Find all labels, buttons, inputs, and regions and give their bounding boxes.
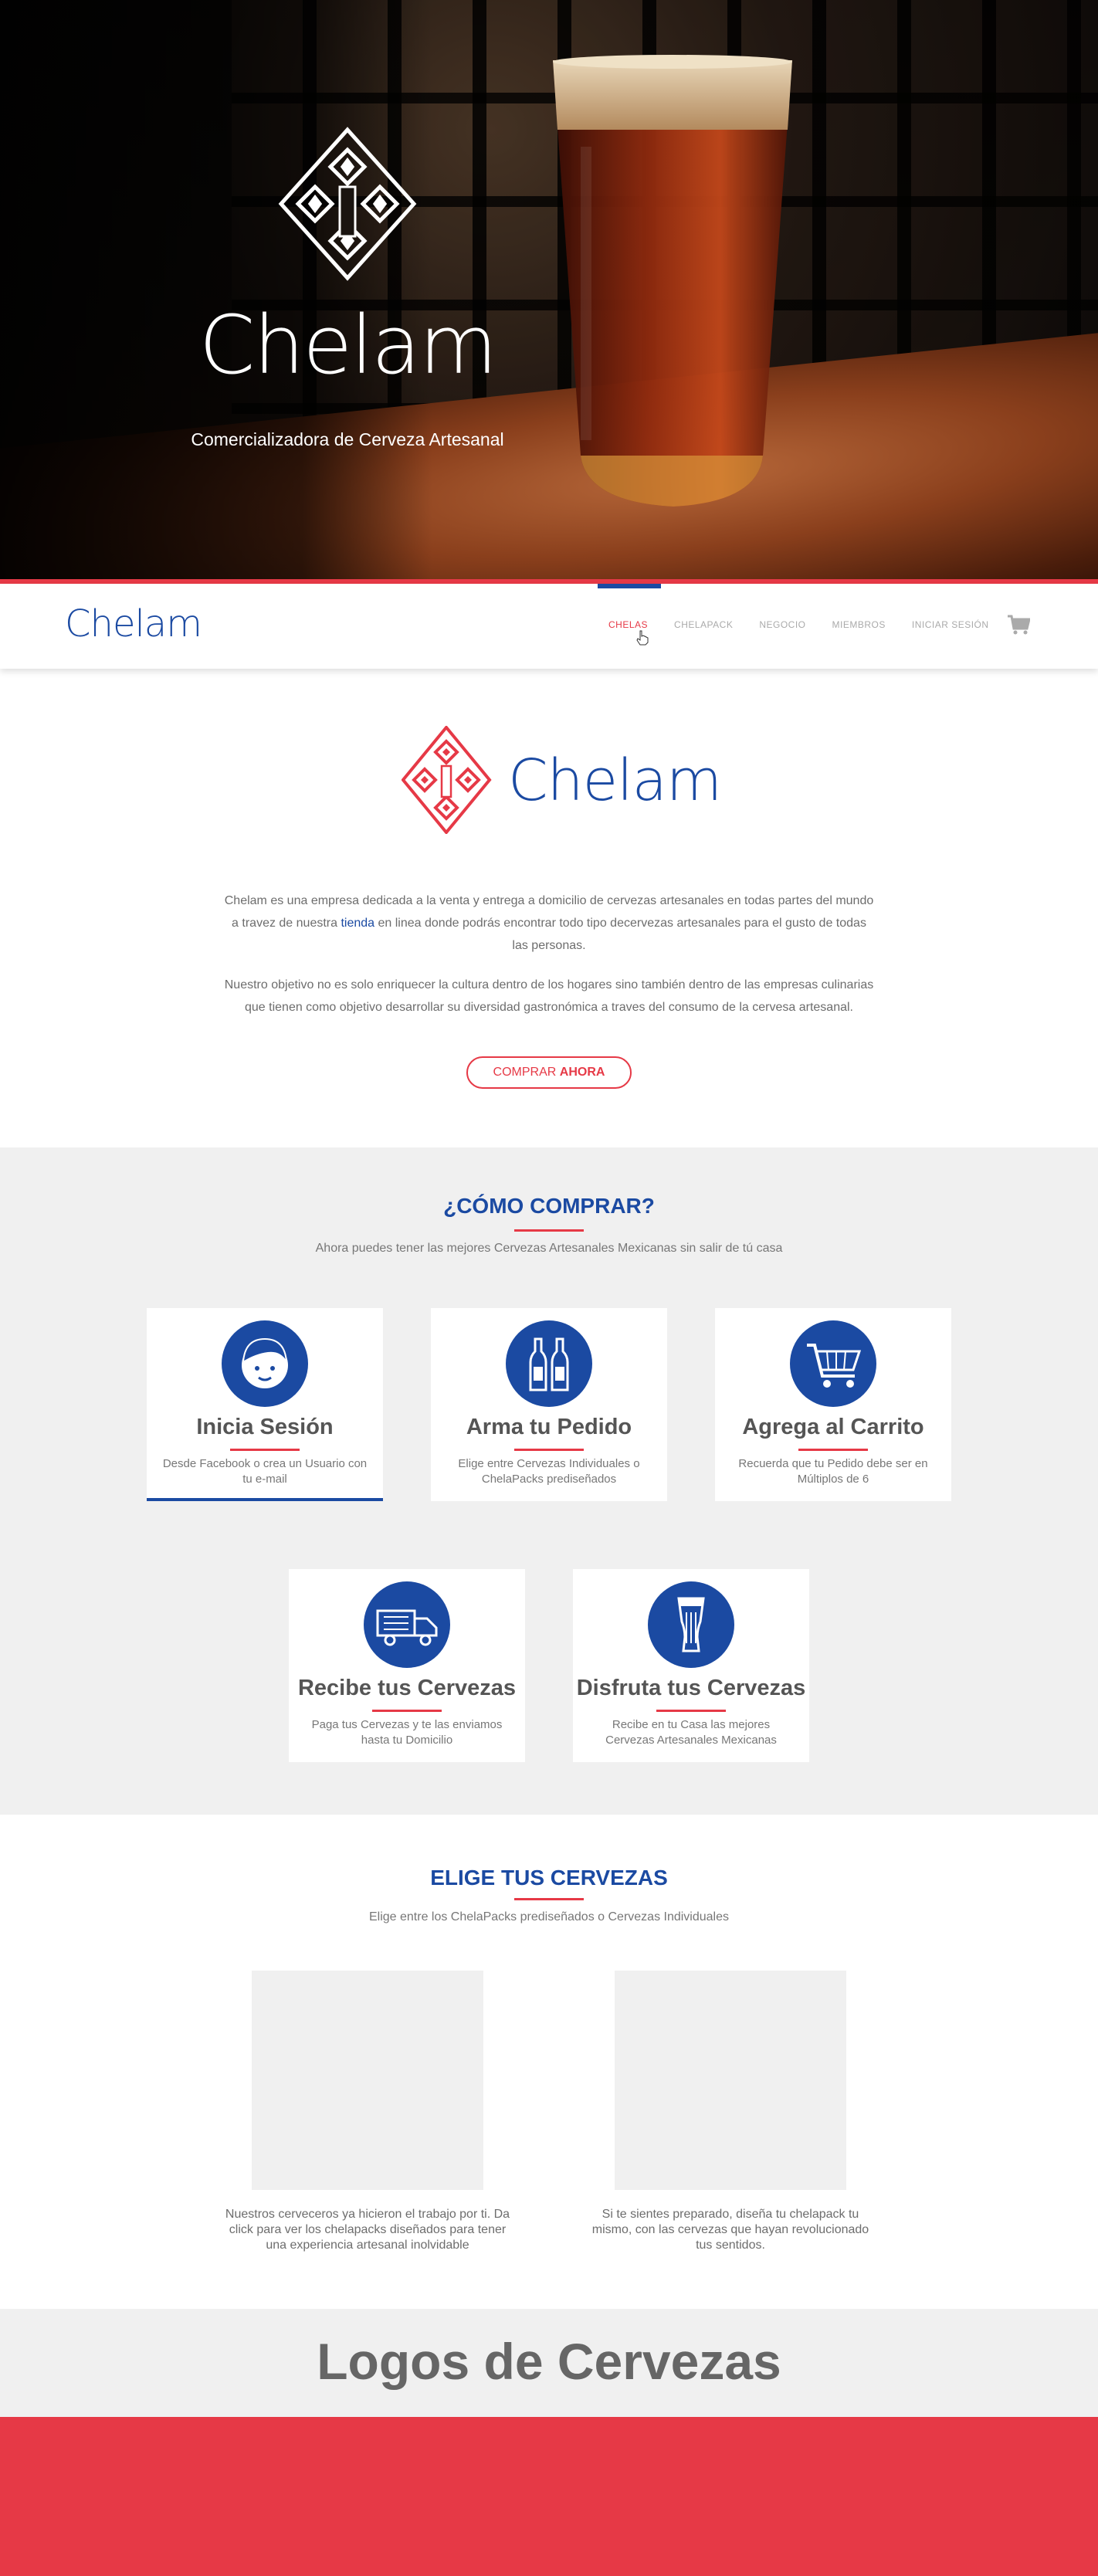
intro-paragraph-2: Nuestro objetivo no es solo enriquecer l… [224, 978, 874, 1014]
footer-band [0, 2417, 1098, 2576]
step-description: Recibe en tu Casa las mejores Cervezas A… [605, 1718, 777, 1747]
nav-item-chelapack[interactable]: CHELAPACK [674, 619, 733, 630]
hero-brand-wordmark: Chelam [198, 298, 497, 392]
how-title: ¿CÓMO COMPRAR? [443, 1194, 655, 1218]
top-navigation: Chelam CHELAS CHELAPACK NEGOCIO MIEMBROS… [0, 584, 1098, 669]
nav-item-negocio[interactable]: NEGOCIO [759, 619, 805, 630]
cart-icon[interactable] [1007, 613, 1030, 636]
how-subtitle: Ahora puedes tener las mejores Cervezas … [315, 1242, 783, 1255]
chelapacks-image-placeholder[interactable] [252, 1971, 483, 2190]
step-icon-circle [648, 1581, 734, 1668]
individual-beers-description: Si te sientes preparado, diseña tu chela… [591, 2208, 869, 2252]
pointer-hand-icon [636, 630, 649, 646]
step-title-underline [372, 1710, 442, 1712]
nav-menu: CHELAS CHELAPACK NEGOCIO MIEMBROS INICIA… [608, 619, 1015, 630]
hero-tagline: Comercializadora de Cerveza Artesanal [191, 429, 504, 449]
nav-item-chelas[interactable]: CHELAS [608, 619, 648, 630]
intro-paragraph-1: Chelam es una empresa dedicada a la vent… [224, 890, 874, 957]
how-to-buy-section: ¿CÓMO COMPRAR? Ahora puedes tener las me… [0, 1147, 1098, 1815]
nav-item-miembros[interactable]: MIEMBROS [832, 619, 886, 630]
step-title: Inicia Sesión [196, 1415, 334, 1439]
step-description: Desde Facebook o crea un Usuario con tu … [162, 1457, 368, 1486]
tienda-link[interactable]: tienda [341, 917, 374, 930]
comprar-ahora-button[interactable]: COMPRAR AHORA [466, 1056, 632, 1089]
step-description: Elige entre Cervezas Individuales o Chel… [458, 1457, 640, 1486]
step-card-agrega-carrito[interactable]: Agrega al Carrito Recuerda que tu Pedido… [715, 1308, 951, 1501]
step-icon-circle [506, 1320, 592, 1407]
step-card-inicia-sesion[interactable]: Inicia Sesión Desde Facebook o crea un U… [147, 1308, 383, 1501]
step-title: Disfruta tus Cervezas [576, 1676, 806, 1700]
nav-logo[interactable]: Chelam [65, 602, 202, 646]
chelam-diamond-logo [278, 127, 417, 281]
step-icon-circle [364, 1581, 450, 1668]
beer-bottles-icon [529, 1337, 569, 1391]
step-title-underline [798, 1449, 868, 1451]
step-icon-circle [222, 1320, 308, 1407]
how-title-underline [514, 1229, 584, 1232]
step-title-underline [230, 1449, 300, 1451]
step-description: Paga tus Cervezas y te las enviamos hast… [311, 1718, 503, 1747]
hero-banner: Chelam Comercializadora de Cerveza Artes… [0, 0, 1098, 579]
step-icon-circle [790, 1320, 876, 1407]
step-title: Recibe tus Cervezas [297, 1676, 517, 1700]
step-title: Arma tu Pedido [466, 1415, 632, 1439]
chelapacks-description: Nuestros cerveceros ya hicieron el traba… [225, 2208, 510, 2252]
nav-active-indicator [598, 584, 661, 588]
choose-title-underline [514, 1898, 584, 1900]
delivery-truck-icon [376, 1609, 438, 1646]
beer-glass-icon [677, 1597, 705, 1652]
step-title: Agrega al Carrito [742, 1415, 924, 1439]
choose-subtitle: Elige entre los ChelaPacks prediseñados … [368, 1910, 730, 1924]
step-title-underline [514, 1449, 584, 1451]
beer-glass-image [553, 55, 792, 507]
buy-button-label-bold: AHORA [559, 1066, 605, 1079]
step-title-underline [656, 1710, 726, 1712]
step-card-disfruta-cervezas[interactable]: Disfruta tus Cervezas Recibe en tu Casa … [573, 1569, 809, 1762]
user-face-icon [242, 1337, 288, 1388]
step-card-recibe-cervezas[interactable]: Recibe tus Cervezas Paga tus Cervezas y … [289, 1569, 525, 1762]
logos-title: Logos de Cervezas [317, 2333, 781, 2390]
step-description: Recuerda que tu Pedido debe ser en Múlti… [738, 1457, 928, 1486]
shopping-cart-icon [807, 1344, 862, 1388]
intro-p1-text-end: en linea donde podrás encontrar todo tip… [374, 917, 866, 952]
intro-brand-wordmark: Chelam [508, 747, 722, 814]
individual-beers-image-placeholder[interactable] [615, 1971, 846, 2190]
buy-button-label: COMPRAR [493, 1066, 560, 1079]
choose-title: ELIGE TUS CERVEZAS [430, 1866, 668, 1890]
nav-item-iniciar-sesion[interactable]: INICIAR SESIÓN [912, 619, 989, 630]
step-card-arma-pedido[interactable]: Arma tu Pedido Elige entre Cervezas Indi… [431, 1308, 667, 1501]
